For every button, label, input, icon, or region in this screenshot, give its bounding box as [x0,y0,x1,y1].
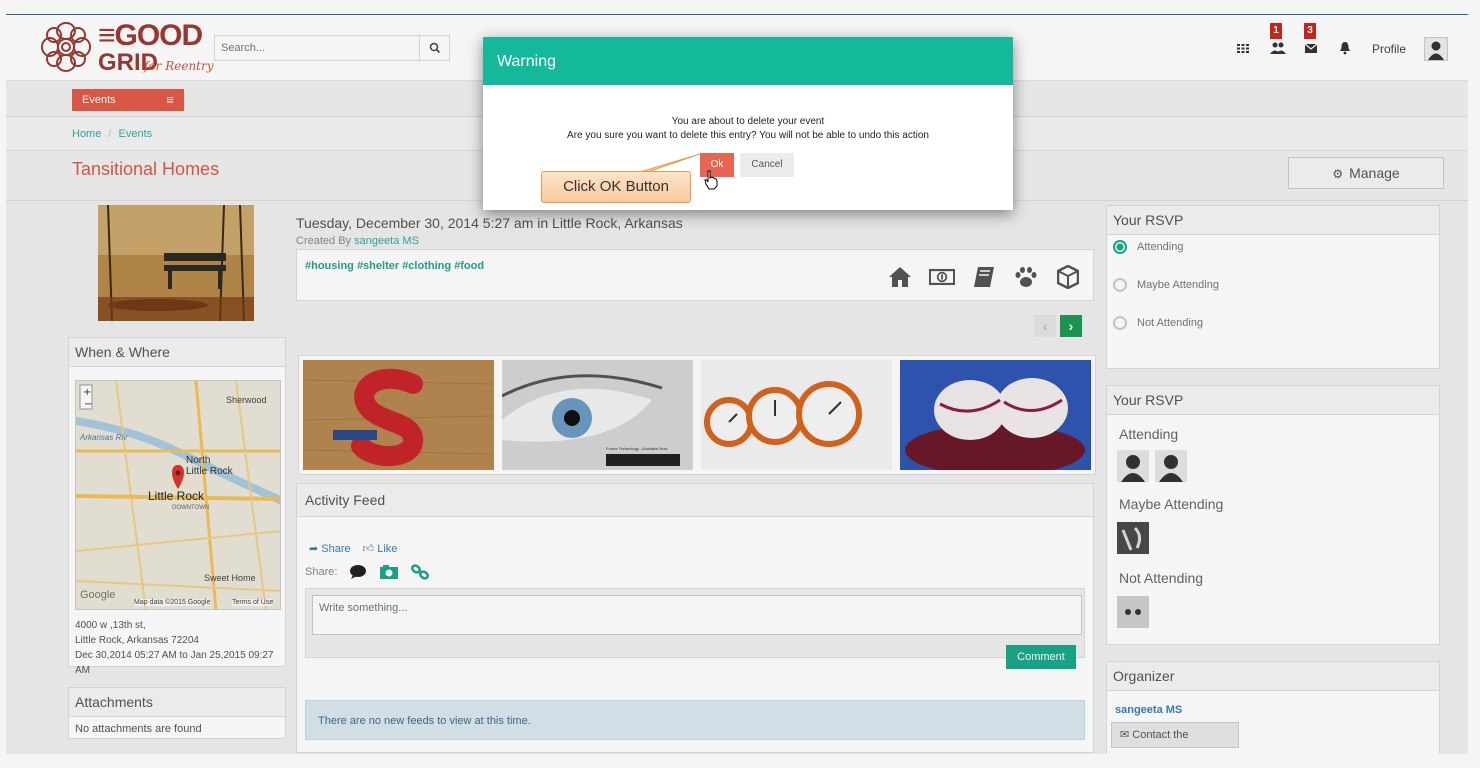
modal-message: You are about to delete your event Are y… [483,115,1013,143]
modal-title: Warning [483,37,1013,85]
instruction-callout: Click OK Button [541,171,691,203]
modal-message-line2: Are you sure you want to delete this ent… [567,130,929,141]
modal-message-line1: You are about to delete your event [671,116,825,127]
cancel-button[interactable]: Cancel [740,153,794,177]
hand-cursor-icon [704,170,718,190]
